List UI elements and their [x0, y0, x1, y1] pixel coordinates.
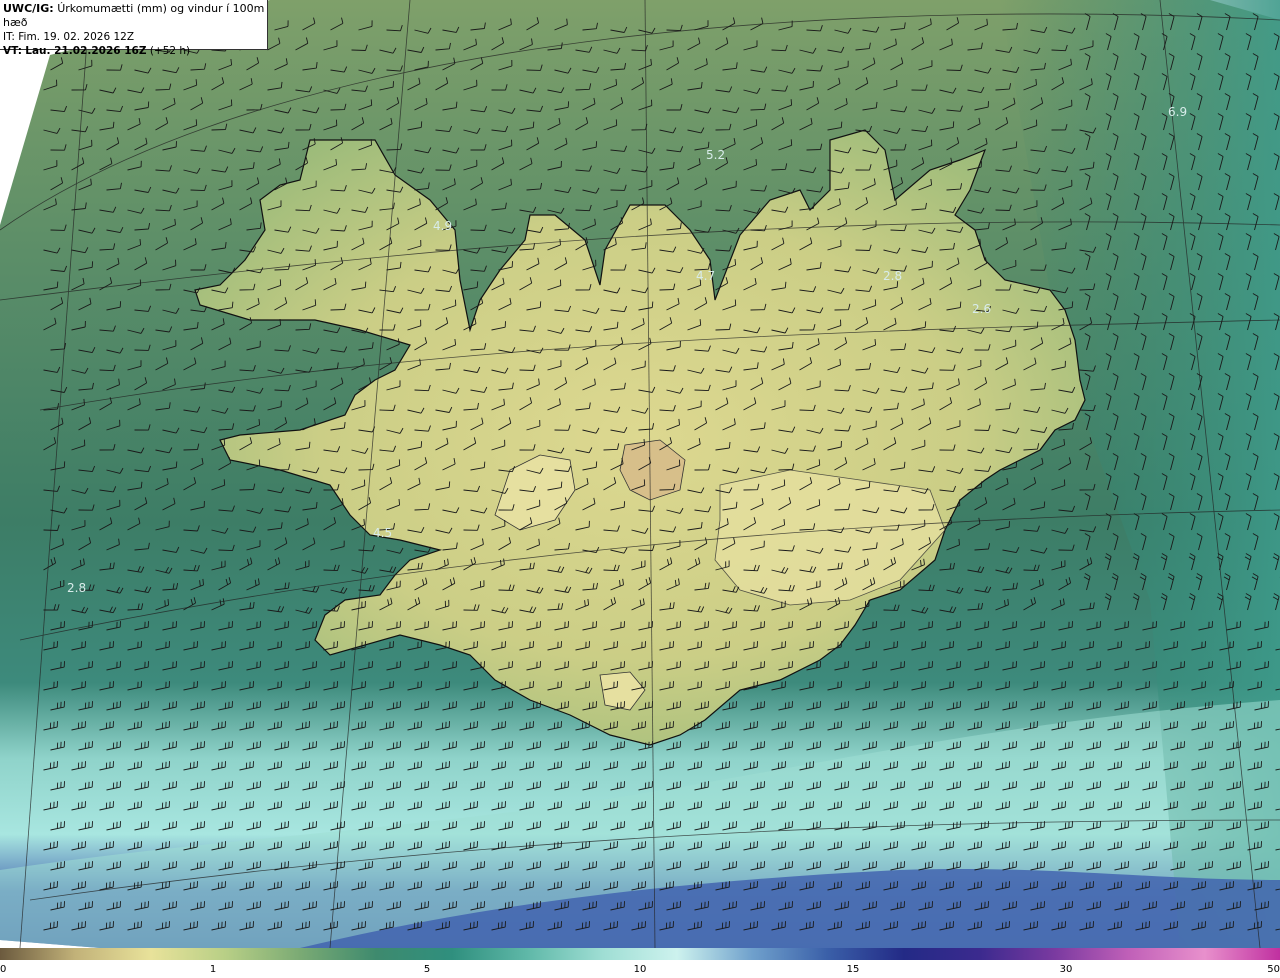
value-label-northeast: 2.8	[883, 269, 902, 283]
model-name: UWC/IG:	[3, 2, 54, 15]
colorbar-tick: 30	[1059, 964, 1073, 975]
value-label-southwest: 2.8	[67, 581, 86, 595]
colorbar-tick: 5	[423, 964, 431, 975]
value-label-west: 4.5	[373, 526, 392, 540]
init-time-line: IT: Fim. 19. 02. 2026 12Z	[3, 31, 135, 43]
colorbar-tick: 1	[209, 964, 217, 975]
colorbar-tick: 0	[0, 964, 7, 975]
colorbar-tick: 10	[633, 964, 647, 975]
precipitation-map[interactable]: 6.9 5.2 4.9 4.7 2.8 2.6 4.5 2.8	[0, 0, 1280, 948]
value-label-east: 2.6	[972, 302, 991, 316]
lead-time: (+52 h)	[149, 45, 191, 57]
valid-time: Lau. 21.02.2026 16Z	[25, 45, 147, 57]
value-label-north: 5.2	[706, 148, 725, 162]
value-label-central-north: 4.7	[696, 269, 715, 283]
colorbar-tick: 50	[1267, 964, 1280, 975]
map-info-box: UWC/IG: Úrkomumætti (mm) og vindur í 100…	[0, 0, 268, 57]
valid-time-line: VT: Lau. 21.02.2026 16Z (+52 h)	[3, 45, 191, 57]
colorbar-strip	[0, 948, 1280, 960]
colorbar: 0 1 5 10 15 30 50	[0, 948, 1280, 978]
value-label-westfjords: 4.9	[433, 219, 452, 233]
colorbar-tick: 15	[846, 964, 860, 975]
value-label-ne: 6.9	[1168, 105, 1187, 119]
init-time: Fim. 19. 02. 2026 12Z	[18, 31, 135, 43]
map-canvas: 6.9 5.2 4.9 4.7 2.8 2.6 4.5 2.8	[0, 0, 1280, 948]
title-line: UWC/IG: Úrkomumætti (mm) og vindur í 100…	[3, 2, 267, 30]
